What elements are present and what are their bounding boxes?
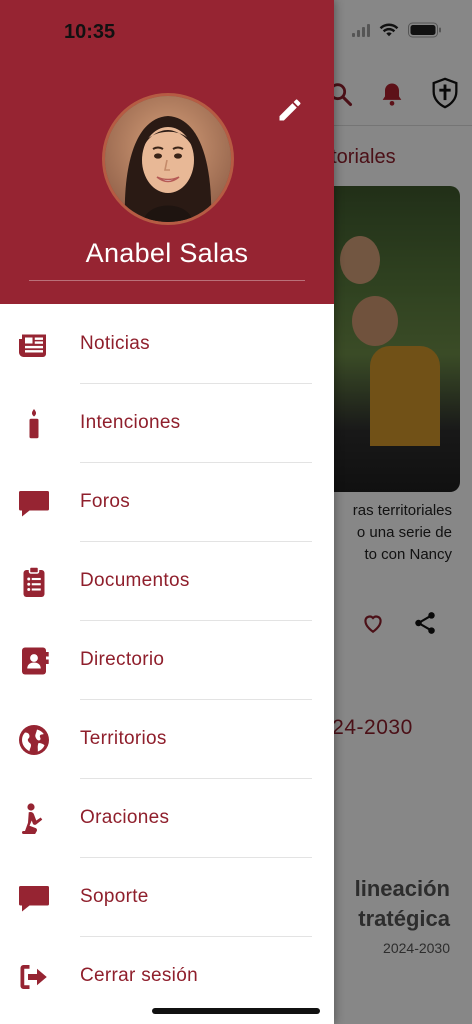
clipboard-list-icon	[23, 566, 45, 597]
menu-item-label: Territorios	[80, 728, 167, 749]
menu-item-noticias[interactable]: Noticias	[0, 305, 334, 384]
status-bar-time: 10:35	[64, 21, 116, 43]
menu-item-directorio[interactable]: Directorio	[0, 621, 334, 700]
contact-book-icon	[22, 647, 49, 675]
menu-item-oraciones[interactable]: Oraciones	[0, 779, 334, 858]
menu-item-label: Soporte	[80, 886, 149, 907]
chat-bubble-icon	[19, 491, 49, 517]
navigation-drawer: 10:35 Anabel Salas Noticias Intenciones …	[0, 0, 334, 1024]
chat-bubble-icon	[19, 886, 49, 912]
avatar-portrait	[105, 96, 231, 222]
wifi-icon	[379, 23, 399, 37]
cellular-signal-icon	[352, 23, 370, 37]
globe-icon	[19, 725, 49, 755]
menu-item-intenciones[interactable]: Intenciones	[0, 384, 334, 463]
menu-item-label: Directorio	[80, 649, 165, 670]
menu-item-territorios[interactable]: Territorios	[0, 700, 334, 779]
header-divider	[29, 280, 305, 281]
menu-item-documentos[interactable]: Documentos	[0, 542, 334, 621]
candle-icon	[29, 409, 39, 439]
newspaper-icon	[19, 334, 46, 357]
praying-person-icon	[22, 803, 43, 834]
edit-profile-icon[interactable]	[276, 96, 304, 124]
menu-item-label: Oraciones	[80, 807, 170, 828]
menu-item-label: Documentos	[80, 570, 190, 591]
menu-item-label: Intenciones	[80, 412, 181, 433]
status-bar-indicators	[352, 22, 442, 38]
menu-item-foros[interactable]: Foros	[0, 463, 334, 542]
drawer-header: 10:35 Anabel Salas	[0, 0, 334, 304]
drawer-menu: Noticias Intenciones Foros Documentos Di…	[0, 305, 334, 1016]
menu-item-label: Cerrar sesión	[80, 965, 198, 986]
battery-icon	[408, 22, 441, 38]
user-name: Anabel Salas	[85, 238, 249, 268]
menu-item-soporte[interactable]: Soporte	[0, 858, 334, 937]
logout-icon	[20, 965, 47, 989]
menu-item-label: Noticias	[80, 333, 150, 354]
avatar[interactable]	[102, 93, 234, 225]
home-indicator[interactable]	[152, 1008, 320, 1014]
menu-item-label: Foros	[80, 491, 131, 512]
menu-item-cerrar-sesion[interactable]: Cerrar sesión	[0, 937, 334, 1016]
